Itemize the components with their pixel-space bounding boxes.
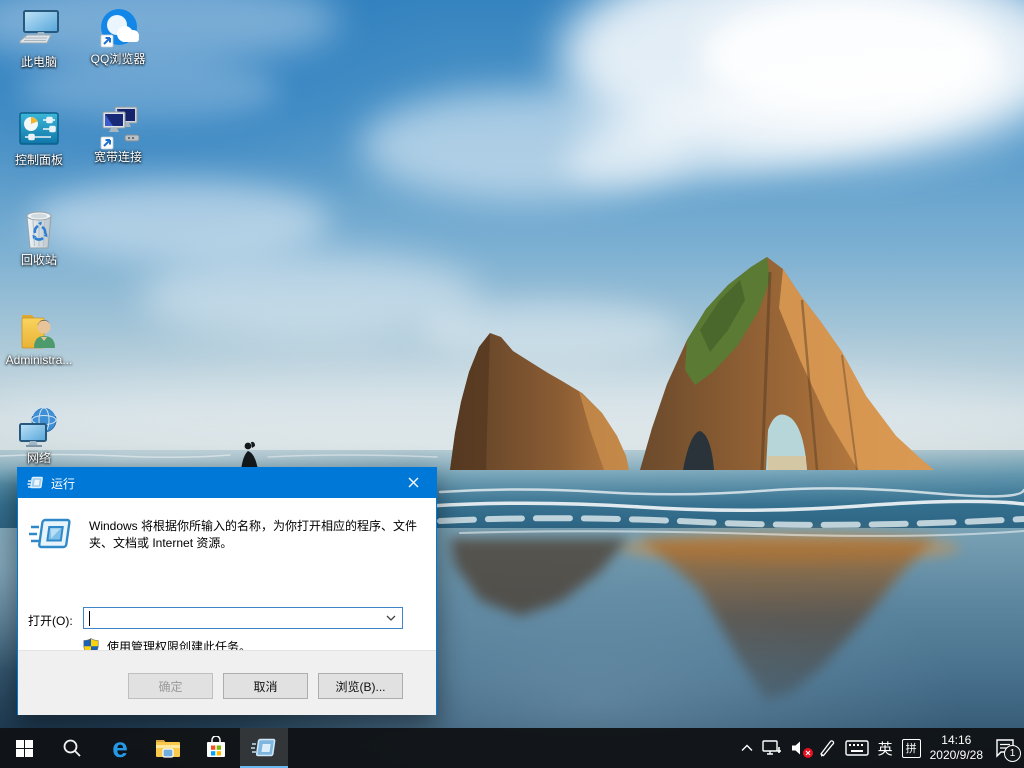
- run-dialog-window: 运行 Windows 将根据你所输入的名称，为你打开相应的程序、文件夹、文档或: [17, 467, 437, 715]
- close-button[interactable]: [391, 468, 436, 497]
- taskbar-run-task[interactable]: [240, 728, 288, 768]
- chevron-down-icon: [386, 615, 396, 621]
- tray-time: 14:16: [941, 733, 971, 748]
- desktop-icon-control-panel[interactable]: 控制面板: [0, 106, 78, 167]
- edge-icon: e: [112, 734, 128, 762]
- system-tray: 英 拼 14:16 2020/9/28 1: [741, 728, 1024, 768]
- taskbar-search-button[interactable]: [48, 728, 96, 768]
- combo-dropdown-button[interactable]: [382, 609, 400, 627]
- desktop-icon-label: 宽带连接: [79, 150, 157, 164]
- ime-mode-indicator[interactable]: 拼: [902, 739, 921, 758]
- pen-icon: [818, 739, 836, 757]
- this-pc-icon: [0, 8, 78, 54]
- desktop-icon-qq-browser[interactable]: QQ浏览器: [79, 5, 157, 66]
- run-input[interactable]: [89, 609, 379, 627]
- desktop-icon-label: 网络: [0, 451, 78, 465]
- person-silhouette: [241, 442, 258, 470]
- touch-keyboard-icon: [845, 740, 869, 756]
- run-input-combobox[interactable]: [83, 607, 403, 629]
- desktop-icon-broadband[interactable]: 宽带连接: [79, 103, 157, 164]
- tray-volume-button[interactable]: [791, 740, 809, 756]
- desktop-icon-label: 控制面板: [0, 153, 78, 167]
- ok-button[interactable]: 确定: [128, 673, 213, 699]
- run-icon: [29, 518, 73, 553]
- tray-chevron-button[interactable]: [741, 744, 753, 752]
- action-center-button[interactable]: 1: [992, 735, 1018, 761]
- desktop-icon-label: Administra...: [0, 353, 78, 367]
- cancel-button[interactable]: 取消: [223, 673, 308, 699]
- taskbar-explorer-button[interactable]: [144, 728, 192, 768]
- run-icon: [27, 476, 44, 490]
- desktop-icon-admin-folder[interactable]: Administra...: [0, 306, 78, 367]
- open-label: 打开(O):: [28, 612, 73, 629]
- dialog-title: 运行: [51, 475, 75, 492]
- store-icon: [205, 736, 227, 760]
- recycle-bin-icon: [0, 206, 78, 252]
- search-icon: [62, 738, 82, 758]
- desktop-icon-this-pc[interactable]: 此电脑: [0, 8, 78, 69]
- run-icon: [251, 738, 277, 758]
- tray-network-button[interactable]: [762, 739, 782, 757]
- control-panel-icon: [0, 106, 78, 152]
- dialog-footer: 确定 取消 浏览(B)...: [18, 650, 436, 715]
- run-dialog-body: Windows 将根据你所输入的名称，为你打开相应的程序、文件夹、文档或 Int…: [18, 498, 436, 650]
- browse-button[interactable]: 浏览(B)...: [318, 673, 403, 699]
- close-icon: [408, 477, 419, 488]
- notification-badge: 1: [1004, 745, 1021, 762]
- desktop-icon-label: 此电脑: [0, 55, 78, 69]
- tray-keyboard-button[interactable]: [845, 740, 869, 756]
- rock-reflections: [450, 532, 960, 700]
- desktop-icon-network[interactable]: 网络: [0, 404, 78, 465]
- ime-language-indicator[interactable]: 英: [878, 738, 893, 759]
- file-explorer-icon: [155, 737, 181, 759]
- taskbar-store-button[interactable]: [192, 728, 240, 768]
- mute-badge: [803, 748, 813, 758]
- network-tray-icon: [762, 739, 782, 757]
- desktop-icon-label: 回收站: [0, 253, 78, 267]
- tray-clock[interactable]: 14:16 2020/9/28: [930, 733, 983, 763]
- taskbar: e: [0, 728, 1024, 768]
- dialog-titlebar[interactable]: 运行: [18, 468, 436, 498]
- taskbar-edge-button[interactable]: e: [96, 728, 144, 768]
- left-rock: [450, 333, 629, 470]
- start-button[interactable]: [0, 728, 48, 768]
- run-description: Windows 将根据你所输入的名称，为你打开相应的程序、文件夹、文档或 Int…: [89, 518, 421, 552]
- desktop-icon-label: QQ浏览器: [79, 52, 157, 66]
- desktop-icon-recycle-bin[interactable]: 回收站: [0, 206, 78, 267]
- network-icon: [0, 404, 78, 450]
- broadband-connection-icon: [79, 103, 157, 149]
- qq-browser-icon: [79, 5, 157, 51]
- desktop: 此电脑 QQ浏览器: [0, 0, 1024, 768]
- user-folder-icon: [0, 306, 78, 352]
- tray-pen-button[interactable]: [818, 739, 836, 757]
- archway-rock: [640, 257, 934, 470]
- windows-logo-icon: [16, 740, 33, 757]
- chevron-up-icon: [741, 744, 753, 752]
- tray-date: 2020/9/28: [930, 748, 983, 763]
